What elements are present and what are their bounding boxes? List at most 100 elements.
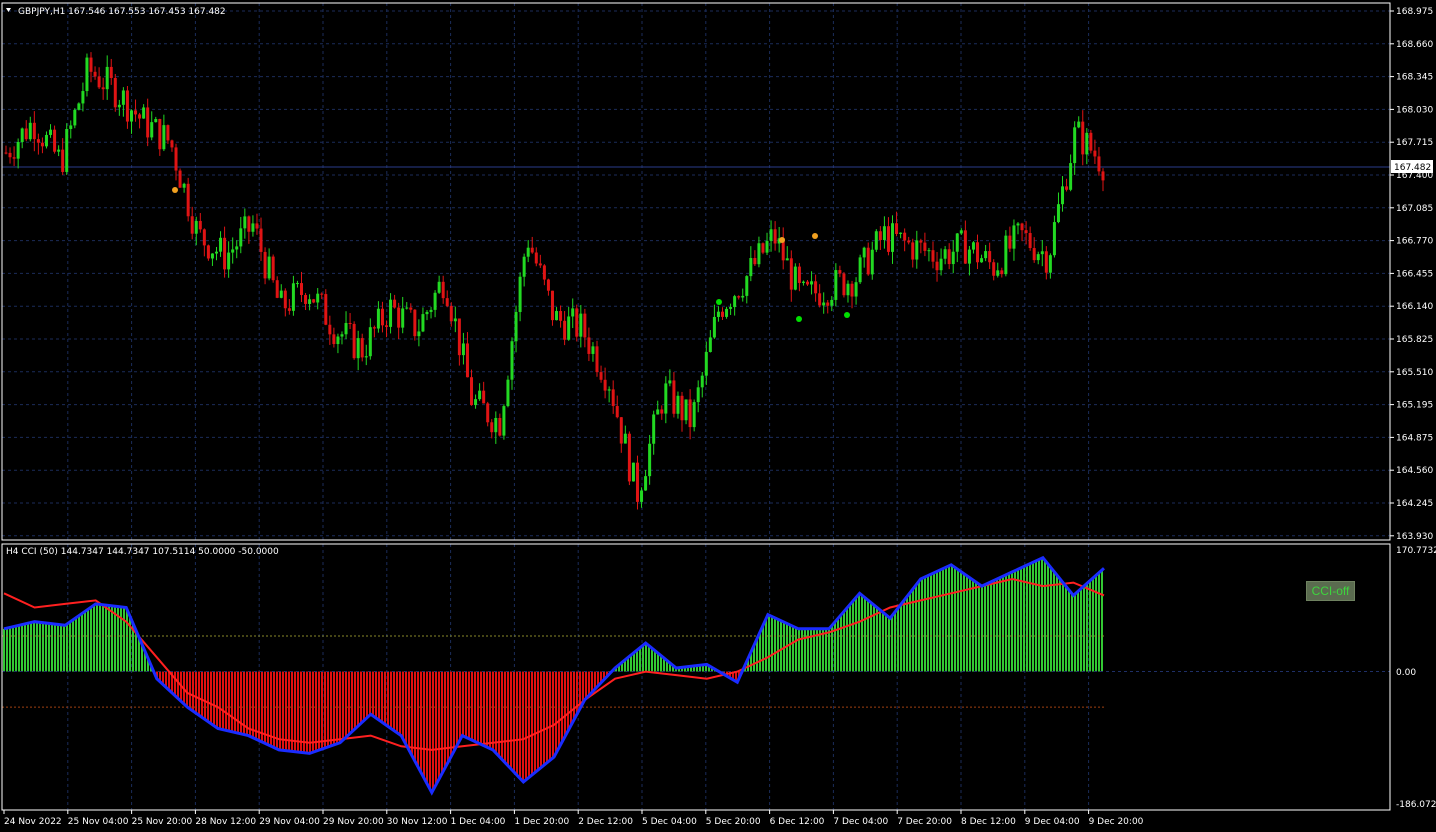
candle-bear	[583, 313, 587, 338]
signal-dots	[172, 187, 850, 322]
candle-bear	[635, 462, 639, 502]
candles	[4, 52, 1105, 510]
cci-off-button[interactable]: CCI-off	[1306, 581, 1355, 601]
candle-bull	[631, 462, 635, 482]
buy-signal-dot	[716, 299, 722, 305]
candle-bear	[186, 183, 190, 217]
candle-bear	[271, 256, 275, 281]
candle-bear	[206, 245, 210, 259]
candle-bull	[162, 125, 166, 150]
candle-bear	[797, 266, 801, 283]
candle-bull	[433, 292, 437, 310]
time-axis-label: 8 Dec 12:00	[961, 817, 1016, 827]
price-chart-header: GBPJPY,H1 167.546 167.553 167.453 167.48…	[18, 7, 226, 17]
candle-bull	[834, 270, 838, 300]
candle-bull	[1048, 255, 1052, 273]
candle-bull	[129, 110, 133, 122]
candle-bear	[538, 263, 542, 266]
candle-bear	[470, 377, 474, 406]
candle-bear	[300, 283, 304, 295]
candle-bull	[1085, 132, 1089, 155]
candle-bull	[939, 258, 943, 271]
candle-bull	[194, 220, 198, 234]
candle-bull	[793, 266, 797, 290]
candle-bull	[579, 313, 583, 337]
candle-bear	[619, 417, 623, 444]
candle-bear	[992, 262, 996, 276]
candle-bull	[16, 142, 20, 159]
candle-bull	[967, 249, 971, 264]
candle-bull	[915, 240, 919, 260]
candle-bear	[53, 129, 57, 152]
candle-bear	[113, 77, 117, 108]
candle-bear	[283, 290, 287, 309]
time-axis-label: 9 Dec 20:00	[1089, 817, 1144, 827]
candle-bear	[263, 251, 267, 279]
candle-bull	[340, 334, 344, 337]
candle-bear	[1044, 251, 1048, 273]
candle-bull	[696, 387, 700, 403]
candle-bull	[356, 338, 360, 359]
candle-bull	[154, 119, 158, 123]
candle-bear	[255, 223, 259, 229]
candle-bull	[801, 281, 805, 283]
indicator-axis-label: 170.7732	[1396, 546, 1436, 556]
candle-bull	[243, 216, 247, 229]
candle-bull	[874, 231, 878, 250]
candle-bull	[1069, 163, 1073, 190]
candle-bull	[555, 311, 559, 321]
candle-bull	[239, 228, 243, 247]
indicator-axis-label: -186.0721	[1396, 800, 1436, 810]
candle-bear	[393, 299, 397, 308]
candle-bull	[712, 316, 716, 338]
candle-bull	[676, 395, 680, 414]
candle-bull	[704, 351, 708, 376]
candle-bull	[453, 318, 457, 322]
time-axis-label: 6 Dec 12:00	[770, 817, 825, 827]
chart-canvas[interactable]: 168.975 168.660 168.345 168.030 167.715 167.4…	[0, 0, 1436, 832]
candle-bull	[20, 128, 24, 143]
candle-bull	[1056, 204, 1060, 223]
price-axis-label: 168.975	[1396, 7, 1433, 17]
candle-bear	[312, 299, 316, 303]
candle-bull	[692, 402, 696, 428]
candle-bull	[1012, 225, 1016, 249]
price-axis-label: 165.195	[1396, 401, 1433, 411]
candle-bull	[1052, 222, 1056, 256]
candle-bear	[680, 395, 684, 421]
time-axis-label: 28 Nov 12:00	[195, 817, 256, 827]
candle-bear	[611, 389, 615, 407]
candle-bull	[219, 237, 223, 252]
candle-bear	[97, 76, 101, 88]
candle-bear	[603, 379, 607, 391]
candle-bear	[903, 232, 907, 241]
candle-bear	[814, 281, 818, 294]
candle-bull	[757, 243, 761, 265]
time-axis-label: 1 Dec 04:00	[451, 817, 506, 827]
price-axis-label: 166.770	[1396, 237, 1433, 247]
candle-bear	[895, 223, 899, 234]
time-axis-label: 7 Dec 04:00	[833, 817, 888, 827]
candle-bear	[40, 142, 44, 147]
candle-bear	[178, 170, 182, 188]
candle-bear	[223, 237, 227, 270]
candle-bear	[660, 409, 664, 414]
candle-bull	[405, 307, 409, 309]
candle-bull	[316, 293, 320, 303]
candle-bear	[348, 323, 352, 325]
candle-bull	[401, 308, 405, 328]
candle-bull	[65, 129, 69, 172]
price-axis-label: 166.140	[1396, 302, 1433, 312]
candle-bull	[1077, 121, 1081, 128]
candle-bull	[336, 336, 340, 345]
candle-bear	[332, 334, 336, 345]
candle-bear	[947, 249, 951, 265]
candle-bull	[725, 308, 729, 317]
candle-bull	[684, 399, 688, 421]
candle-bear	[1032, 248, 1036, 261]
candle-bull	[741, 295, 745, 298]
candle-bear	[259, 228, 263, 252]
candle-bull	[49, 129, 53, 135]
price-axis-label: 164.875	[1396, 433, 1433, 443]
candle-bull	[85, 57, 89, 92]
